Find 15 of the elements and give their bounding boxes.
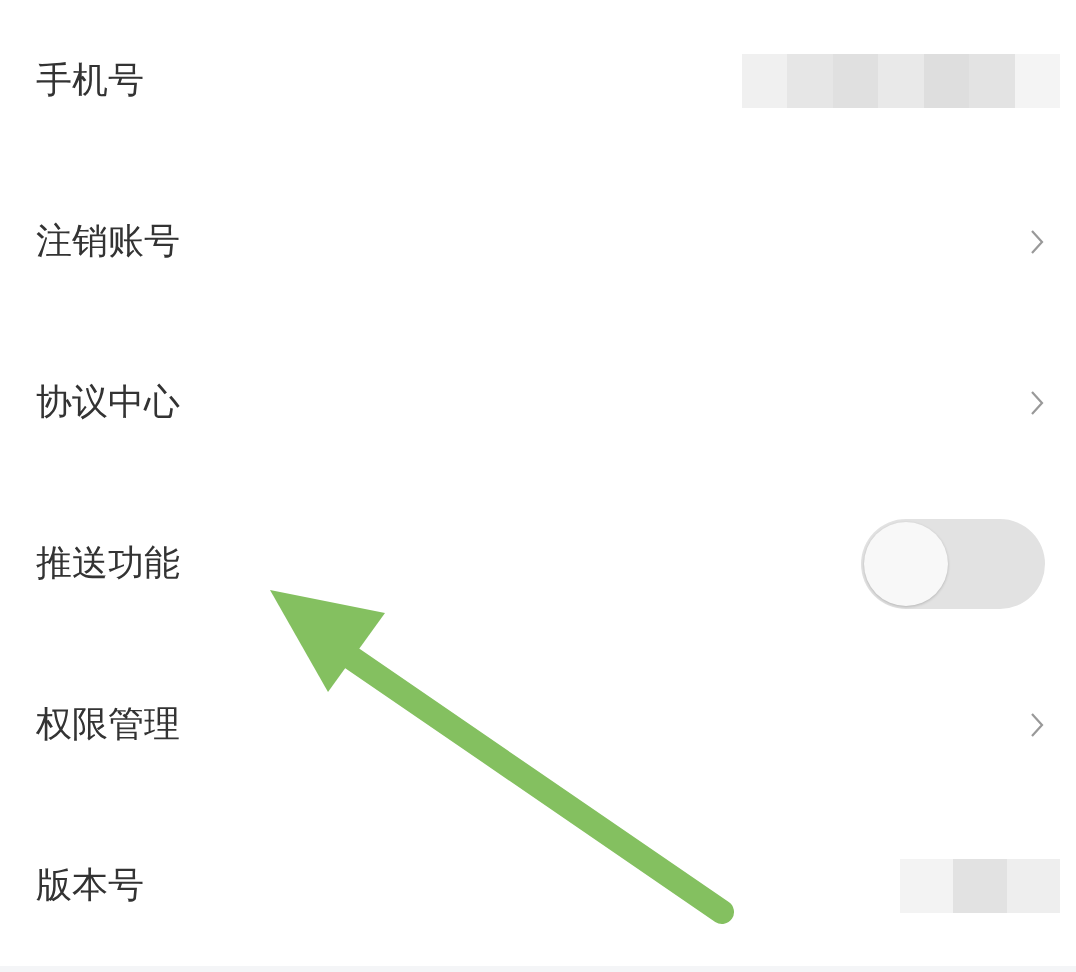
settings-row[interactable]: 推送功能 bbox=[0, 483, 1076, 644]
setting-label: 版本号 bbox=[36, 863, 144, 907]
settings-row[interactable]: 协议中心 bbox=[0, 322, 1076, 483]
setting-label: 协议中心 bbox=[36, 380, 180, 424]
settings-row[interactable]: 版本号 bbox=[0, 805, 1076, 966]
chevron-right-icon bbox=[1030, 711, 1044, 738]
settings-row[interactable]: 权限管理 bbox=[0, 644, 1076, 805]
setting-label: 推送功能 bbox=[36, 541, 180, 585]
setting-label: 权限管理 bbox=[36, 702, 180, 746]
settings-row[interactable]: 注销账号 bbox=[0, 161, 1076, 322]
setting-label: 手机号 bbox=[36, 58, 144, 102]
chevron-right-icon bbox=[1030, 389, 1044, 416]
chevron-right-icon bbox=[1030, 228, 1044, 255]
setting-label: 注销账号 bbox=[36, 219, 180, 263]
settings-row[interactable]: 手机号 bbox=[0, 0, 1076, 161]
